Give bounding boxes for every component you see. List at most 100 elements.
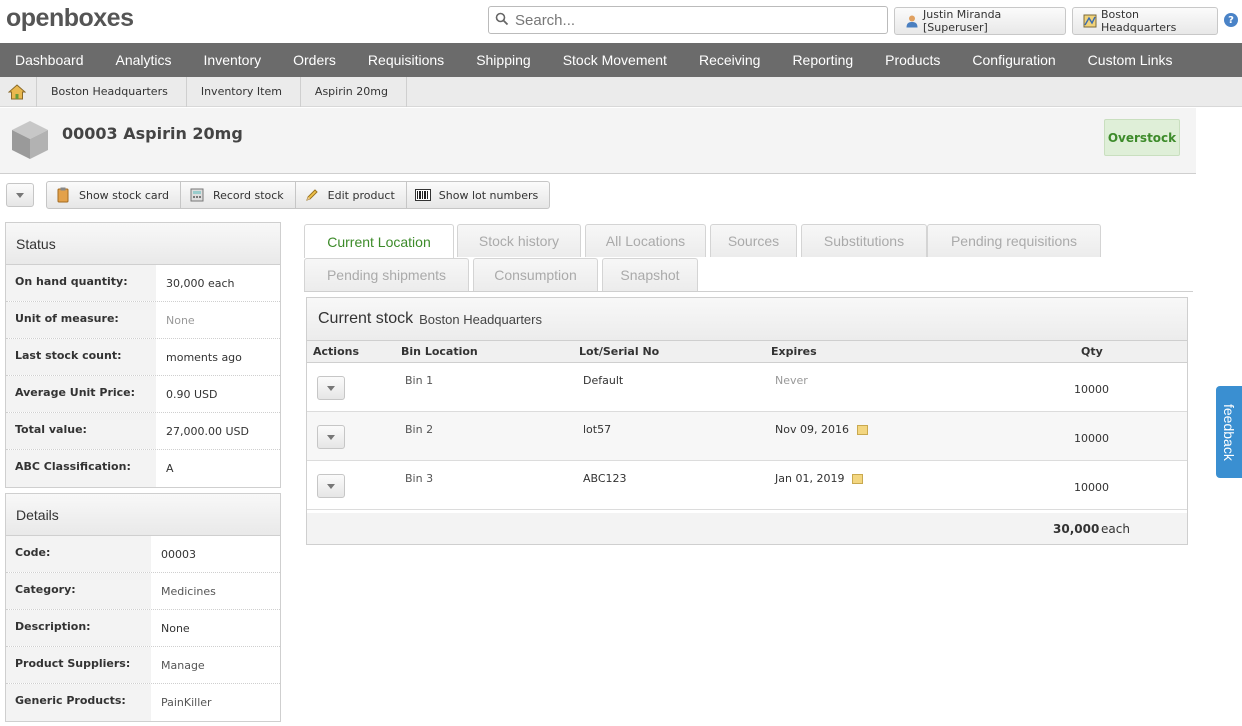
row-actions-button[interactable]	[317, 376, 345, 400]
details-panel: Details Code: 00003 Category: Medicines …	[5, 493, 281, 722]
total-quantity: 30,000	[1053, 522, 1100, 536]
breadcrumb-item-product[interactable]: Aspirin 20mg	[301, 76, 407, 107]
lot-number-cell: Default	[583, 374, 624, 387]
nav-item-analytics[interactable]: Analytics	[101, 52, 189, 68]
nav-item-dashboard[interactable]: Dashboard	[0, 52, 101, 68]
field-label: Unit of measure:	[6, 302, 156, 338]
nav-item-stock-movement[interactable]: Stock Movement	[548, 52, 684, 68]
column-header-qty[interactable]: Qty	[1081, 345, 1103, 358]
calendar-icon	[856, 424, 868, 435]
breadcrumb-item-location[interactable]: Boston Headquarters	[37, 76, 187, 107]
chevron-down-icon	[327, 483, 335, 489]
expires-value: Jan 01, 2019	[775, 472, 845, 485]
nav-item-orders[interactable]: Orders	[278, 52, 353, 68]
question-icon[interactable]: ?	[1224, 13, 1238, 27]
home-icon[interactable]	[0, 76, 37, 107]
location-label: Boston Headquarters	[1101, 8, 1177, 34]
feedback-label: feedback	[1221, 403, 1237, 461]
lot-number-cell: ABC123	[583, 472, 627, 485]
stock-total-row: 30,000 each	[307, 513, 1187, 544]
tab-substitutions[interactable]: Substitutions	[801, 224, 927, 257]
search-box[interactable]	[488, 6, 888, 34]
tab-current-location[interactable]: Current Location	[304, 224, 454, 258]
current-stock-panel: Current stock Boston Headquarters Action…	[306, 297, 1188, 545]
status-row-on-hand: On hand quantity: 30,000 each	[6, 265, 280, 302]
row-actions-button[interactable]	[317, 425, 345, 449]
nav-item-inventory[interactable]: Inventory	[189, 52, 279, 68]
tab-consumption[interactable]: Consumption	[473, 258, 598, 291]
feedback-button[interactable]: feedback	[1216, 386, 1242, 478]
tab-pending-requisitions[interactable]: Pending requisitions	[927, 224, 1101, 257]
field-label: Code:	[6, 536, 151, 572]
field-label: Product Suppliers:	[6, 647, 151, 683]
nav-item-configuration[interactable]: Configuration	[957, 52, 1072, 68]
field-label: Last stock count:	[6, 339, 156, 375]
tab-all-locations[interactable]: All Locations	[585, 224, 706, 257]
description-value: None	[161, 622, 190, 635]
barcode-icon	[414, 187, 431, 203]
search-icon	[495, 12, 509, 29]
category-link[interactable]: Medicines	[151, 573, 216, 609]
qty-cell: 10000	[1074, 481, 1109, 494]
show-stock-card-button[interactable]: Show stock card	[46, 181, 181, 209]
calendar-icon	[852, 473, 864, 484]
app-logo[interactable]: openboxes	[6, 4, 134, 33]
manage-suppliers-link[interactable]: Manage	[151, 647, 205, 683]
nav-item-receiving[interactable]: Receiving	[684, 52, 777, 68]
show-lot-numbers-button[interactable]: Show lot numbers	[406, 181, 551, 209]
lot-number-cell: lot57	[583, 423, 612, 436]
column-header-expires[interactable]: Expires	[771, 345, 817, 358]
status-row-abc-classification: ABC Classification: A	[6, 450, 280, 487]
edit-product-label: Edit product	[327, 188, 395, 202]
tab-divider	[304, 291, 1193, 292]
nav-item-products[interactable]: Products	[870, 52, 957, 68]
product-title-bar: 00003 Aspirin 20mg Overstock	[0, 108, 1196, 174]
pencil-icon	[304, 187, 320, 203]
tab-sources[interactable]: Sources	[710, 224, 797, 257]
tab-pending-shipments[interactable]: Pending shipments	[304, 258, 469, 291]
actions-dropdown-button[interactable]	[6, 183, 34, 207]
row-actions-button[interactable]	[317, 474, 345, 498]
field-label: Category:	[6, 573, 151, 609]
tab-stock-history[interactable]: Stock history	[457, 224, 581, 257]
details-row-generic-products: Generic Products: PainKiller	[6, 684, 280, 721]
average-unit-price-value: 0.90 USD	[166, 388, 218, 401]
field-label: Description:	[6, 610, 151, 646]
nav-item-requisitions[interactable]: Requisitions	[353, 52, 461, 68]
current-stock-header: Current stock Boston Headquarters	[307, 298, 1187, 341]
search-input[interactable]	[513, 10, 873, 30]
unit-of-measure-value: None	[166, 314, 195, 327]
details-row-product-suppliers: Product Suppliers: Manage	[6, 647, 280, 684]
chevron-down-icon	[327, 385, 335, 391]
abc-classification-value: A	[166, 462, 174, 475]
bin-location-cell: Bin 1	[405, 374, 434, 387]
record-stock-label: Record stock	[212, 188, 284, 202]
field-label: On hand quantity:	[6, 265, 156, 301]
status-row-average-unit-price: Average Unit Price: 0.90 USD	[6, 376, 280, 413]
user-icon	[905, 14, 919, 28]
nav-item-reporting[interactable]: Reporting	[777, 52, 870, 68]
tab-snapshot[interactable]: Snapshot	[602, 258, 698, 291]
edit-product-button[interactable]: Edit product	[295, 181, 407, 209]
calculator-icon	[189, 187, 205, 203]
breadcrumb-item-inventory-item[interactable]: Inventory Item	[187, 76, 301, 107]
current-stock-title: Current stock	[318, 310, 414, 327]
generic-product-link[interactable]: PainKiller	[151, 684, 212, 721]
record-stock-button[interactable]: Record stock	[180, 181, 296, 209]
details-row-code: Code: 00003	[6, 536, 280, 573]
user-menu-button[interactable]: Justin Miranda [Superuser]	[894, 7, 1066, 35]
chevron-down-icon	[327, 434, 335, 440]
column-header-lot-serial[interactable]: Lot/Serial No	[579, 345, 659, 358]
nav-item-custom-links[interactable]: Custom Links	[1073, 52, 1190, 68]
status-panel: Status On hand quantity: 30,000 each Uni…	[5, 222, 281, 488]
expires-cell: Nov 09, 2016	[775, 423, 868, 436]
column-header-bin-location[interactable]: Bin Location	[401, 345, 478, 358]
show-lot-numbers-label: Show lot numbers	[438, 188, 539, 202]
nav-item-shipping[interactable]: Shipping	[461, 52, 548, 68]
column-header-actions: Actions	[313, 345, 359, 358]
last-stock-count-value: moments ago	[166, 351, 242, 364]
location-chooser-button[interactable]: Boston Headquarters	[1072, 7, 1218, 35]
field-label: Generic Products:	[6, 684, 151, 721]
total-unit: each	[1101, 522, 1130, 536]
product-toolbar: Show stock card Record stock Edit produc…	[46, 181, 551, 209]
